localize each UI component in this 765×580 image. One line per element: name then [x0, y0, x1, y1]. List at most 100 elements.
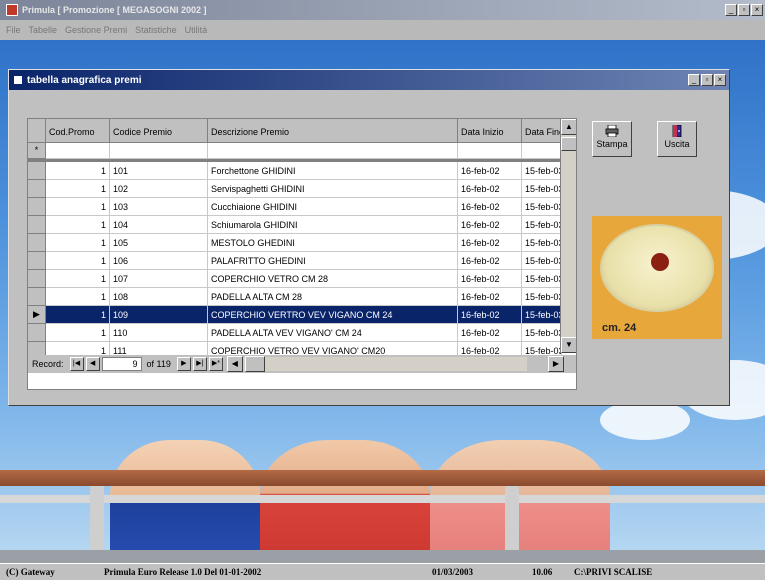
- row-selector[interactable]: [28, 216, 46, 234]
- table-cell[interactable]: 15-feb-03: [522, 162, 562, 180]
- table-cell[interactable]: 15-feb-03: [522, 306, 562, 324]
- window-minimize-button[interactable]: _: [688, 74, 700, 86]
- menu-file[interactable]: File: [6, 25, 21, 35]
- new-row-cell[interactable]: [208, 143, 458, 159]
- table-cell[interactable]: 16-feb-02: [458, 270, 522, 288]
- row-selector[interactable]: [28, 270, 46, 288]
- menu-gestione-premi[interactable]: Gestione Premi: [65, 25, 127, 35]
- row-selector[interactable]: [28, 324, 46, 342]
- column-header-descrizione[interactable]: Descrizione Premio: [208, 119, 458, 143]
- menu-utilita[interactable]: Utilità: [185, 25, 208, 35]
- new-record-button[interactable]: ▶*: [208, 357, 223, 371]
- next-record-button[interactable]: ▶: [176, 357, 191, 371]
- table-cell[interactable]: 103: [110, 198, 208, 216]
- exit-button[interactable]: Uscita: [657, 121, 697, 157]
- table-cell[interactable]: 16-feb-02: [458, 198, 522, 216]
- scroll-down-icon[interactable]: ▼: [561, 337, 576, 353]
- table-cell[interactable]: PADELLA ALTA VEV VIGANO' CM 24: [208, 324, 458, 342]
- new-row-cell[interactable]: [522, 143, 562, 159]
- table-cell[interactable]: PALAFRITTO GHEDINI: [208, 252, 458, 270]
- table-cell[interactable]: 15-feb-03: [522, 324, 562, 342]
- table-cell[interactable]: 1: [46, 306, 110, 324]
- table-cell[interactable]: 1: [46, 288, 110, 306]
- scroll-up-icon[interactable]: ▲: [561, 119, 576, 135]
- prev-record-button[interactable]: ◀: [85, 357, 100, 371]
- table-cell[interactable]: 15-feb-03: [522, 180, 562, 198]
- table-cell[interactable]: 1: [46, 252, 110, 270]
- table-cell[interactable]: 104: [110, 216, 208, 234]
- column-header-cod-promo[interactable]: Cod.Promo: [46, 119, 110, 143]
- table-cell[interactable]: 16-feb-02: [458, 288, 522, 306]
- table-cell[interactable]: Cucchiaione GHIDINI: [208, 198, 458, 216]
- prizes-window-titlebar[interactable]: tabella anagrafica premi _ ▫ ×: [9, 70, 729, 90]
- table-cell[interactable]: Schiumarola GHIDINI: [208, 216, 458, 234]
- table-cell[interactable]: MESTOLO GHEDINI: [208, 234, 458, 252]
- menu-statistiche[interactable]: Statistiche: [135, 25, 177, 35]
- first-record-button[interactable]: |◀: [69, 357, 84, 371]
- table-cell[interactable]: 110: [110, 324, 208, 342]
- table-cell[interactable]: 15-feb-03: [522, 288, 562, 306]
- row-selector[interactable]: [28, 162, 46, 180]
- maximize-button[interactable]: ▫: [738, 4, 750, 16]
- table-cell[interactable]: 1: [46, 162, 110, 180]
- scroll-thumb[interactable]: [561, 137, 576, 151]
- table-cell[interactable]: 16-feb-02: [458, 252, 522, 270]
- table-cell[interactable]: Forchettone GHIDINI: [208, 162, 458, 180]
- table-cell[interactable]: 16-feb-02: [458, 306, 522, 324]
- table-cell[interactable]: 107: [110, 270, 208, 288]
- row-selector[interactable]: [28, 288, 46, 306]
- row-selector[interactable]: [28, 252, 46, 270]
- table-cell[interactable]: 16-feb-02: [458, 234, 522, 252]
- window-maximize-button[interactable]: ▫: [701, 74, 713, 86]
- new-row-cell[interactable]: [110, 143, 208, 159]
- minimize-button[interactable]: _: [725, 4, 737, 16]
- row-selector[interactable]: [28, 198, 46, 216]
- column-header-data-fine[interactable]: Data Fine: [522, 119, 562, 143]
- window-close-button[interactable]: ×: [714, 74, 726, 86]
- table-cell[interactable]: 15-feb-03: [522, 234, 562, 252]
- grid-body: Cod.Promo Codice Premio Descrizione Prem…: [27, 118, 577, 390]
- row-selector[interactable]: ▶: [28, 306, 46, 324]
- hscroll-thumb[interactable]: [244, 356, 265, 372]
- table-cell[interactable]: COPERCHIO VETRO CM 28: [208, 270, 458, 288]
- row-selector[interactable]: [28, 234, 46, 252]
- table-cell[interactable]: 1: [46, 324, 110, 342]
- table-cell[interactable]: 15-feb-03: [522, 270, 562, 288]
- table-cell[interactable]: 1: [46, 216, 110, 234]
- horizontal-scrollbar[interactable]: ◀: [226, 356, 527, 372]
- menu-tabelle[interactable]: Tabelle: [29, 25, 58, 35]
- table-cell[interactable]: 1: [46, 180, 110, 198]
- record-number-input[interactable]: 9: [101, 357, 142, 371]
- column-header-codice-premio[interactable]: Codice Premio: [110, 119, 208, 143]
- table-cell[interactable]: 109: [110, 306, 208, 324]
- new-row-cell[interactable]: [46, 143, 110, 159]
- table-cell[interactable]: 15-feb-03: [522, 252, 562, 270]
- new-row-cell[interactable]: [458, 143, 522, 159]
- column-header-data-inizio[interactable]: Data Inizio: [458, 119, 522, 143]
- new-record-marker[interactable]: *: [28, 143, 46, 159]
- last-record-button[interactable]: ▶|: [192, 357, 207, 371]
- table-cell[interactable]: 16-feb-02: [458, 180, 522, 198]
- table-cell[interactable]: 105: [110, 234, 208, 252]
- print-button[interactable]: Stampa: [592, 121, 632, 157]
- row-selector[interactable]: [28, 180, 46, 198]
- scroll-left-icon[interactable]: ◀: [226, 356, 243, 372]
- table-cell[interactable]: 16-feb-02: [458, 324, 522, 342]
- table-cell[interactable]: 16-feb-02: [458, 162, 522, 180]
- table-cell[interactable]: 15-feb-03: [522, 198, 562, 216]
- table-cell[interactable]: 108: [110, 288, 208, 306]
- vertical-scrollbar[interactable]: ▲ ▼: [560, 119, 576, 353]
- table-cell[interactable]: 1: [46, 234, 110, 252]
- table-cell[interactable]: 106: [110, 252, 208, 270]
- scroll-right-icon[interactable]: ▶: [548, 356, 564, 372]
- table-cell[interactable]: 1: [46, 198, 110, 216]
- table-cell[interactable]: PADELLA ALTA CM 28: [208, 288, 458, 306]
- table-cell[interactable]: 101: [110, 162, 208, 180]
- table-cell[interactable]: 1: [46, 270, 110, 288]
- table-cell[interactable]: Servispaghetti GHIDINI: [208, 180, 458, 198]
- table-cell[interactable]: 16-feb-02: [458, 216, 522, 234]
- table-cell[interactable]: 15-feb-03: [522, 216, 562, 234]
- table-cell[interactable]: 102: [110, 180, 208, 198]
- close-button[interactable]: ×: [751, 4, 763, 16]
- table-cell[interactable]: COPERCHIO VERTRO VEV VIGANO CM 24: [208, 306, 458, 324]
